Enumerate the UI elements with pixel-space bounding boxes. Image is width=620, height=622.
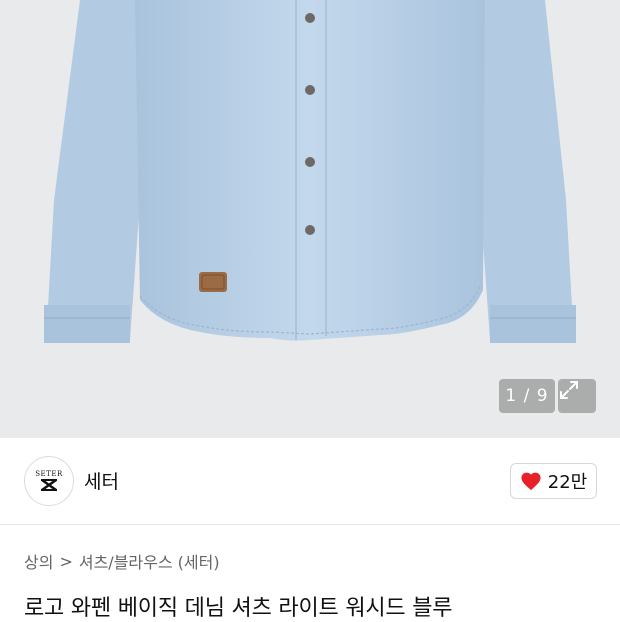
expand-icon: [560, 381, 578, 399]
image-counter: 1 / 9: [499, 379, 555, 413]
like-count: 22만: [547, 472, 588, 493]
product-title: 로고 와펜 베이직 데님 셔츠 라이트 워시드 블루: [24, 596, 453, 621]
brand-logo-mark: [41, 478, 57, 492]
product-image-denim-shirt: [44, 0, 576, 343]
breadcrumb-category[interactable]: 상의: [24, 549, 53, 573]
expand-button[interactable]: [558, 379, 596, 413]
breadcrumb-subcategory[interactable]: 셔츠/블라우스 (세터): [79, 549, 220, 573]
brand-logo-text: SETER: [35, 470, 63, 478]
heart-icon: [521, 472, 541, 491]
product-image-gallery[interactable]: 1 / 9: [0, 0, 620, 438]
brand-logo[interactable]: SETER: [24, 456, 74, 506]
breadcrumb: 상의 > 셔츠/블라우스 (세터): [24, 549, 220, 573]
like-button[interactable]: 22만: [510, 463, 597, 499]
breadcrumb-separator: >: [59, 551, 73, 571]
brand-name[interactable]: 세터: [84, 467, 119, 494]
